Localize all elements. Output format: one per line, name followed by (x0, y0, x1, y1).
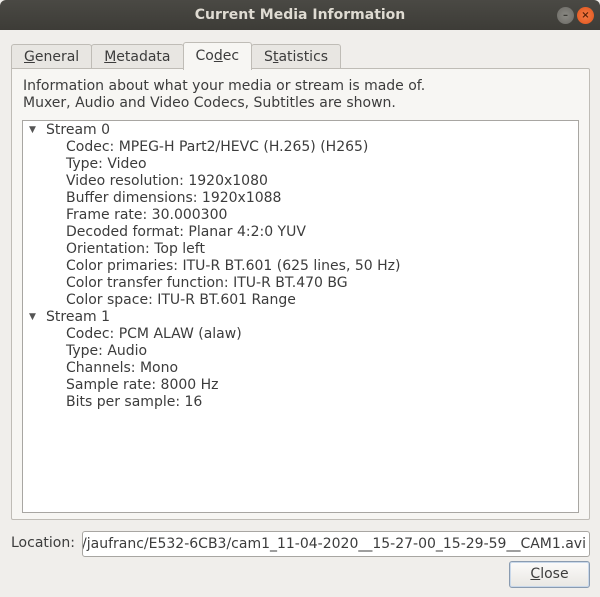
tab-bar: General Metadata Codec Statistics (11, 42, 342, 71)
description-line: Information about what your media or str… (23, 78, 426, 94)
tree-stream-row[interactable]: ▼ Stream 1 (23, 309, 578, 326)
stream-name: Stream 0 (46, 122, 111, 138)
codec-panel: Information about what your media or str… (11, 68, 590, 520)
tab-label: Co (195, 48, 214, 64)
stream-tree[interactable]: ▼ Stream 0 Codec: MPEG-H Part2/HEVC (H.265… (22, 120, 579, 513)
mnemonic: C (530, 566, 541, 582)
location-input[interactable]: dia/jaufranc/E532-6CB3/cam1_11-04-2020__… (82, 531, 590, 557)
description-line: Muxer, Audio and Video Codecs, Subtitles… (23, 95, 396, 111)
tree-property-row[interactable]: Color space: ITU-R BT.601 Range (23, 292, 578, 309)
tree-property-row[interactable]: Bits per sample: 16 (23, 394, 578, 411)
codec-description: Information about what your media or str… (23, 78, 425, 112)
tab-label: etadata (116, 49, 171, 65)
tab-label: atistics (278, 49, 329, 65)
close-button-label: lose (540, 566, 569, 582)
expander-arrow-icon[interactable]: ▼ (29, 309, 46, 326)
tree-property-row[interactable]: Sample rate: 8000 Hz (23, 377, 578, 394)
location-label: Location: (11, 535, 75, 551)
tree-property-row[interactable]: Channels: Mono (23, 360, 578, 377)
stream-name: Stream 1 (46, 309, 111, 325)
minimize-icon[interactable]: – (557, 7, 574, 24)
window-title: Current Media Information (194, 7, 406, 23)
tab-label: ec (222, 48, 240, 64)
tree-property-row[interactable]: Type: Video (23, 156, 578, 173)
tree-stream-row[interactable]: ▼ Stream 0 (23, 122, 578, 139)
tree-property-row[interactable]: Color primaries: ITU-R BT.601 (625 lines… (23, 258, 578, 275)
tab-label: S (264, 49, 273, 65)
tree-property-row[interactable]: Buffer dimensions: 1920x1088 (23, 190, 578, 207)
location-value: dia/jaufranc/E532-6CB3/cam1_11-04-2020__… (82, 536, 586, 552)
tree-property-row[interactable]: Type: Audio (23, 343, 578, 360)
tree-property-row[interactable]: Codec: MPEG-H Part2/HEVC (H.265) (H265) (23, 139, 578, 156)
tab-metadata[interactable]: Metadata (91, 44, 184, 71)
tab-statistics[interactable]: Statistics (251, 44, 342, 71)
expander-arrow-icon[interactable]: ▼ (29, 122, 46, 139)
mnemonic: G (24, 49, 35, 65)
tree-property-row[interactable]: Codec: PCM ALAW (alaw) (23, 326, 578, 343)
tab-general[interactable]: General (11, 44, 93, 71)
tab-codec[interactable]: Codec (182, 42, 253, 70)
mnemonic: M (104, 49, 117, 65)
close-button[interactable]: Close (509, 561, 590, 588)
close-icon[interactable]: × (577, 7, 594, 24)
tree-property-row[interactable]: Decoded format: Planar 4:2:0 YUV (23, 224, 578, 241)
tree-property-row[interactable]: Video resolution: 1920x1080 (23, 173, 578, 190)
tree-property-row[interactable]: Color transfer function: ITU-R BT.470 BG (23, 275, 578, 292)
tab-label: eneral (34, 49, 80, 65)
tree-property-row[interactable]: Frame rate: 30.000300 (23, 207, 578, 224)
title-bar: Current Media Information – × (0, 0, 600, 30)
tree-property-row[interactable]: Orientation: Top left (23, 241, 578, 258)
mnemonic: d (213, 48, 223, 64)
